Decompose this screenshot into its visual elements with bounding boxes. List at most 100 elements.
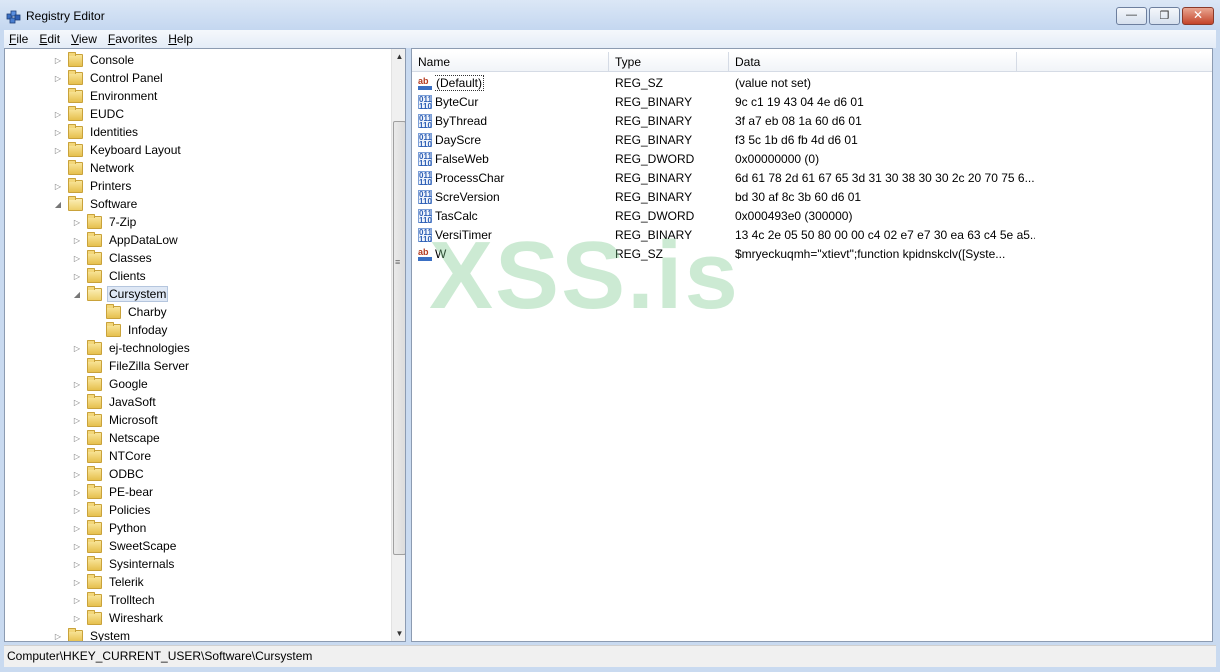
tree-item-label: NTCore — [109, 449, 152, 463]
column-header-filler — [1017, 52, 1212, 72]
window-title: Registry Editor — [26, 9, 105, 23]
tree-item-cursystem[interactable]: ◢ Cursystem — [72, 285, 169, 303]
menu-favorites[interactable]: Favorites — [103, 32, 162, 46]
column-header-name[interactable]: Name — [412, 52, 609, 72]
expand-arrow-icon[interactable]: ▷ — [72, 380, 82, 389]
title-bar[interactable]: Registry Editor — ❐ ✕ — [0, 0, 1220, 30]
value-name-cell: TasCalc — [435, 207, 605, 226]
expand-arrow-icon[interactable]: ▷ — [72, 578, 82, 587]
expand-arrow-icon[interactable]: ▷ — [72, 218, 82, 227]
expand-arrow-icon[interactable]: ▷ — [53, 146, 63, 155]
expand-arrow-icon[interactable]: ▷ — [53, 182, 63, 191]
scroll-up-icon[interactable]: ▲ — [392, 49, 405, 64]
expand-arrow-icon[interactable]: ▷ — [53, 110, 63, 119]
minimize-button[interactable]: — — [1116, 7, 1147, 25]
scroll-down-icon[interactable]: ▼ — [392, 626, 405, 641]
values-list-pane[interactable]: Name Type Data ab (Default) REG_SZ (value n… — [411, 48, 1213, 642]
tree-item-keyboard-layout[interactable]: ▷ Keyboard Layout — [53, 141, 183, 159]
expand-arrow-icon[interactable]: ▷ — [72, 560, 82, 569]
expand-arrow-icon[interactable]: ▷ — [53, 632, 63, 641]
close-button[interactable]: ✕ — [1182, 7, 1214, 25]
scrollbar-thumb[interactable] — [393, 121, 405, 555]
maximize-button[interactable]: ❐ — [1149, 7, 1180, 25]
value-row[interactable]: 011 110 DayScre REG_BINARY f3 5c 1b d6 fb 4… — [412, 131, 1212, 150]
tree-item-identities[interactable]: ▷ Identities — [53, 123, 140, 141]
value-row[interactable]: 011 110 TasCalc REG_DWORD 0x000493e0 (30000… — [412, 207, 1212, 226]
value-row[interactable]: 011 110 ScreVersion REG_BINARY bd 30 af 8c … — [412, 188, 1212, 207]
value-row[interactable]: 011 110 ProcessChar REG_BINARY 6d 61 78 2d … — [412, 169, 1212, 188]
expand-arrow-icon[interactable]: ▷ — [72, 398, 82, 407]
expand-arrow-icon[interactable]: ▷ — [72, 344, 82, 353]
expand-arrow-icon[interactable]: ▷ — [72, 596, 82, 605]
tree-item-network[interactable]: Network — [53, 159, 136, 177]
tree-item-system[interactable]: ▷ System — [53, 627, 132, 641]
tree-item-infoday[interactable]: Infoday — [91, 321, 169, 339]
value-row[interactable]: 011 110 FalseWeb REG_DWORD 0x00000000 (0) — [412, 150, 1212, 169]
tree-vertical-scrollbar[interactable]: ▲ ≡ ▼ — [391, 49, 405, 641]
tree-item-7-zip[interactable]: ▷ 7-Zip — [72, 213, 138, 231]
value-row[interactable]: ab W REG_SZ $mryeckuqmh="xtievt";function k… — [412, 245, 1212, 264]
value-row[interactable]: 011 110 ByteCur REG_BINARY 9c c1 19 43 04 4… — [412, 93, 1212, 112]
folder-icon — [106, 321, 121, 337]
tree-item-label: Software — [90, 197, 138, 211]
expand-arrow-icon[interactable]: ▷ — [72, 434, 82, 443]
expand-arrow-icon[interactable]: ▷ — [72, 488, 82, 497]
expand-arrow-icon[interactable]: ▷ — [72, 236, 82, 245]
collapse-arrow-icon[interactable]: ◢ — [53, 200, 63, 209]
value-row[interactable]: 011 110 ByThread REG_BINARY 3f a7 eb 08 1a … — [412, 112, 1212, 131]
expand-arrow-icon[interactable]: ▷ — [53, 56, 63, 65]
tree-item-python[interactable]: ▷ Python — [72, 519, 148, 537]
tree-item-policies[interactable]: ▷ Policies — [72, 501, 152, 519]
expand-arrow-icon[interactable]: ▷ — [53, 74, 63, 83]
tree-item-microsoft[interactable]: ▷ Microsoft — [72, 411, 160, 429]
tree-item-software[interactable]: ◢ Software — [53, 195, 139, 213]
tree-item-telerik[interactable]: ▷ Telerik — [72, 573, 146, 591]
expand-arrow-icon[interactable]: ▷ — [72, 272, 82, 281]
tree-item-clients[interactable]: ▷ Clients — [72, 267, 148, 285]
value-row[interactable]: ab (Default) REG_SZ (value not set) — [412, 74, 1212, 93]
tree-item-netscape[interactable]: ▷ Netscape — [72, 429, 162, 447]
tree-item-javasoft[interactable]: ▷ JavaSoft — [72, 393, 158, 411]
tree-item-appdatalow[interactable]: ▷ AppDataLow — [72, 231, 180, 249]
tree-item-pe-bear[interactable]: ▷ PE-bear — [72, 483, 155, 501]
key-tree-pane[interactable]: ▷ Console ▷ Control Panel Environment ▷ EUDC ▷ I… — [4, 48, 406, 642]
tree-item-eudc[interactable]: ▷ EUDC — [53, 105, 126, 123]
value-row[interactable]: 011 110 VersiTimer REG_BINARY 13 4c 2e 05 5… — [412, 226, 1212, 245]
value-type: REG_BINARY — [615, 133, 693, 147]
expand-arrow-icon[interactable]: ▷ — [72, 542, 82, 551]
expand-arrow-icon[interactable]: ▷ — [72, 254, 82, 263]
expand-arrow-icon[interactable]: ▷ — [53, 128, 63, 137]
tree-item-control-panel[interactable]: ▷ Control Panel — [53, 69, 165, 87]
expand-arrow-icon[interactable]: ▷ — [72, 470, 82, 479]
tree-item-environment[interactable]: Environment — [53, 87, 159, 105]
tree-item-ntcore[interactable]: ▷ NTCore — [72, 447, 153, 465]
folder-icon — [87, 231, 102, 247]
column-header-data[interactable]: Data — [729, 52, 1017, 72]
expand-arrow-icon[interactable]: ▷ — [72, 614, 82, 623]
tree-item-filezilla-server[interactable]: FileZilla Server — [72, 357, 191, 375]
tree-item-charby[interactable]: Charby — [91, 303, 169, 321]
tree-item-wireshark[interactable]: ▷ Wireshark — [72, 609, 165, 627]
tree-item-sweetscape[interactable]: ▷ SweetScape — [72, 537, 178, 555]
tree-item-console[interactable]: ▷ Console — [53, 51, 136, 69]
column-header-type[interactable]: Type — [609, 52, 729, 72]
tree-item-trolltech[interactable]: ▷ Trolltech — [72, 591, 157, 609]
tree-item-odbc[interactable]: ▷ ODBC — [72, 465, 146, 483]
expand-arrow-icon[interactable]: ▷ — [72, 506, 82, 515]
tree-item-classes[interactable]: ▷ Classes — [72, 249, 154, 267]
maximize-icon: ❐ — [1159, 10, 1170, 22]
collapse-arrow-icon[interactable]: ◢ — [72, 290, 82, 299]
tree-item-google[interactable]: ▷ Google — [72, 375, 150, 393]
expand-arrow-icon[interactable]: ▷ — [72, 452, 82, 461]
menu-help[interactable]: Help — [163, 32, 198, 46]
expand-arrow-icon[interactable]: ▷ — [72, 416, 82, 425]
expand-arrow-icon[interactable]: ▷ — [72, 524, 82, 533]
tree-item-printers[interactable]: ▷ Printers — [53, 177, 133, 195]
binary-value-icon: 011 110 — [418, 95, 432, 111]
menu-file[interactable]: File — [4, 32, 33, 46]
menu-view[interactable]: View — [66, 32, 102, 46]
tree-item-ej-technologies[interactable]: ▷ ej-technologies — [72, 339, 192, 357]
tree-item-sysinternals[interactable]: ▷ Sysinternals — [72, 555, 176, 573]
value-type: REG_SZ — [615, 76, 664, 90]
menu-edit[interactable]: Edit — [34, 32, 65, 46]
